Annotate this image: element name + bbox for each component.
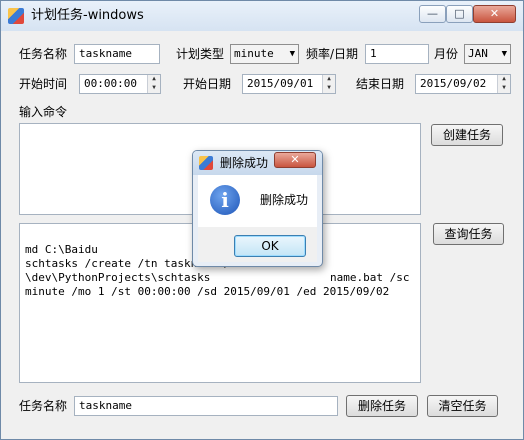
bottom-task-name-input[interactable]: taskname bbox=[74, 396, 338, 416]
end-date-value: 2015/09/02 bbox=[420, 77, 487, 90]
maximize-icon: □ bbox=[454, 7, 465, 20]
close-icon: ✕ bbox=[489, 7, 500, 20]
create-task-button[interactable]: 创建任务 bbox=[431, 124, 503, 146]
app-icon bbox=[8, 8, 24, 24]
output-line-4: minute /mo 1 /st 00:00:00 /sd 2015/09/01… bbox=[25, 285, 390, 298]
dialog-footer: OK bbox=[198, 227, 317, 262]
start-date-label: 开始日期 bbox=[183, 77, 232, 91]
close-button[interactable]: ✕ bbox=[473, 5, 516, 23]
start-time-value: 00:00:00 bbox=[84, 77, 137, 90]
end-date-label: 结束日期 bbox=[356, 77, 405, 91]
dialog-title-bar[interactable]: 删除成功 ✕ bbox=[193, 151, 322, 175]
bottom-task-name-label: 任务名称 bbox=[19, 399, 68, 413]
end-date-input[interactable]: 2015/09/02 ▲ ▼ bbox=[415, 74, 511, 94]
close-icon: ✕ bbox=[290, 153, 300, 166]
dialog-close-button[interactable]: ✕ bbox=[274, 152, 316, 168]
spin-down-icon[interactable]: ▼ bbox=[498, 83, 510, 92]
spin-up-icon[interactable]: ▲ bbox=[323, 75, 335, 83]
output-line-3-tail: name.bat /sc bbox=[330, 271, 410, 284]
title-bar[interactable]: 计划任务-windows — □ ✕ bbox=[1, 1, 523, 31]
maximize-button[interactable]: □ bbox=[446, 5, 473, 23]
month-select[interactable]: JAN ▼ bbox=[464, 44, 511, 64]
dialog-title: 删除成功 bbox=[220, 156, 269, 170]
task-name-label: 任务名称 bbox=[19, 47, 68, 61]
plan-type-value: minute bbox=[234, 47, 274, 60]
start-time-label: 开始时间 bbox=[19, 77, 68, 91]
ok-button[interactable]: OK bbox=[234, 235, 306, 257]
month-label: 月份 bbox=[434, 47, 459, 61]
info-icon: i bbox=[210, 185, 240, 215]
message-dialog: 删除成功 ✕ i 删除成功 OK bbox=[192, 150, 323, 267]
start-time-spinner[interactable]: ▲ ▼ bbox=[147, 75, 160, 93]
dialog-message: 删除成功 bbox=[260, 193, 309, 207]
start-time-input[interactable]: 00:00:00 ▲ ▼ bbox=[79, 74, 161, 94]
plan-type-label: 计划类型 bbox=[176, 47, 225, 61]
frequency-input[interactable]: 1 bbox=[365, 44, 429, 64]
minimize-button[interactable]: — bbox=[419, 5, 446, 23]
chevron-down-icon: ▼ bbox=[501, 49, 507, 59]
task-name-input[interactable]: taskname bbox=[74, 44, 160, 64]
spin-down-icon[interactable]: ▼ bbox=[323, 83, 335, 92]
output-line-3: \dev\PythonProjects\schtasks bbox=[25, 271, 211, 284]
plan-type-select[interactable]: minute ▼ bbox=[230, 44, 299, 64]
chevron-down-icon: ▼ bbox=[289, 49, 295, 59]
frequency-label: 频率/日期 bbox=[306, 47, 359, 61]
query-task-button[interactable]: 查询任务 bbox=[433, 223, 504, 245]
clear-task-button[interactable]: 清空任务 bbox=[427, 395, 498, 417]
minimize-icon: — bbox=[427, 7, 438, 20]
start-date-value: 2015/09/01 bbox=[247, 77, 314, 90]
month-value: JAN bbox=[468, 47, 488, 60]
spin-down-icon[interactable]: ▼ bbox=[148, 83, 160, 92]
command-label: 输入命令 bbox=[19, 105, 68, 119]
window-title: 计划任务-windows bbox=[31, 8, 144, 23]
app-icon bbox=[199, 156, 213, 170]
start-date-spinner[interactable]: ▲ ▼ bbox=[322, 75, 335, 93]
output-line-1: md C:\Baidu bbox=[25, 243, 98, 256]
spin-up-icon[interactable]: ▲ bbox=[498, 75, 510, 83]
end-date-spinner[interactable]: ▲ ▼ bbox=[497, 75, 510, 93]
start-date-input[interactable]: 2015/09/01 ▲ ▼ bbox=[242, 74, 336, 94]
delete-task-button[interactable]: 删除任务 bbox=[346, 395, 418, 417]
dialog-body: i 删除成功 bbox=[198, 175, 317, 227]
spin-up-icon[interactable]: ▲ bbox=[148, 75, 160, 83]
